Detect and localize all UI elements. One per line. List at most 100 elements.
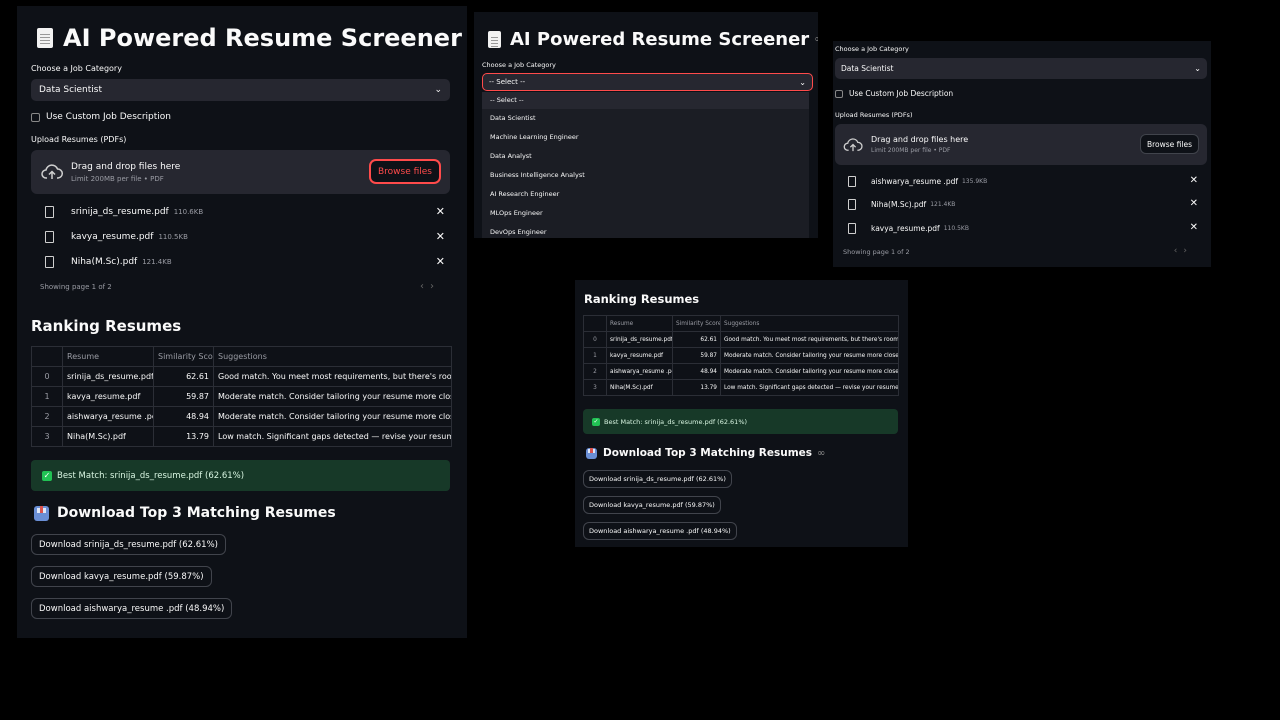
chevron-down-icon[interactable]: ⌄ xyxy=(1194,64,1201,73)
document-icon xyxy=(488,31,501,48)
dropzone-text: Drag and drop files here Limit 200MB per… xyxy=(871,135,968,154)
ranking-heading: Ranking Resumes xyxy=(584,292,700,306)
category-select[interactable]: Data Scientist ⌄ xyxy=(31,79,450,101)
category-select[interactable]: -- Select -- ⌄ xyxy=(482,73,813,91)
dropdown-option[interactable]: AI Research Engineer xyxy=(482,185,809,204)
file-pager: Showing page 1 of 2 ‹› xyxy=(40,281,440,292)
file-name: srinija_ds_resume.pdf xyxy=(71,207,169,217)
remove-file-icon[interactable]: ✕ xyxy=(436,205,445,218)
category-label: Choose a Job Category xyxy=(31,64,122,73)
file-name: Niha(M.Sc).pdf xyxy=(871,200,927,209)
file-size: 135.9KB xyxy=(961,178,988,185)
dropdown-option[interactable]: Data Scientist xyxy=(482,109,809,128)
cell-resume: srinija_ds_resume.pdf xyxy=(606,331,673,348)
file-name: kavya_resume.pdf xyxy=(871,224,940,233)
cell-resume: Niha(M.Sc).pdf xyxy=(62,426,154,447)
page-title: AI Powered Resume Screener ∞ xyxy=(488,29,818,50)
chevron-down-icon[interactable]: ⌄ xyxy=(434,85,442,95)
category-dropdown-menu: -- Select -- Data Scientist Machine Lear… xyxy=(482,92,809,238)
uploaded-file-row: srinija_ds_resume.pdf 110.6KB ✕ xyxy=(45,205,445,218)
remove-file-icon[interactable]: ✕ xyxy=(1190,222,1198,233)
table-row: 2 aishwarya_resume .pdf 48.94 Moderate m… xyxy=(583,363,899,380)
custom-jd-label: Use Custom Job Description xyxy=(46,112,172,122)
link-icon[interactable]: ∞ xyxy=(817,448,825,459)
dropdown-option[interactable]: Business Intelligence Analyst xyxy=(482,166,809,185)
remove-file-icon[interactable]: ✕ xyxy=(436,255,445,268)
table-header[interactable]: Resume xyxy=(62,346,154,367)
pager-arrows-icon[interactable]: ‹› xyxy=(1174,246,1193,256)
best-match-alert: ✓ Best Match: srinija_ds_resume.pdf (62.… xyxy=(31,460,450,491)
row-index: 2 xyxy=(31,406,63,427)
cell-suggestion: Moderate match. Consider tailoring your … xyxy=(213,386,452,407)
table-header xyxy=(31,346,63,367)
row-index: 0 xyxy=(583,331,607,348)
file-icon xyxy=(45,231,54,243)
file-name: kavya_resume.pdf xyxy=(71,232,154,242)
file-dropzone[interactable]: Drag and drop files here Limit 200MB per… xyxy=(31,150,450,194)
file-dropzone[interactable]: Drag and drop files here Limit 200MB per… xyxy=(835,124,1207,165)
file-icon xyxy=(848,223,856,234)
cell-score: 59.87 xyxy=(153,386,214,407)
best-match-text: Best Match: srinija_ds_resume.pdf (62.61… xyxy=(604,417,748,426)
check-mark-icon: ✓ xyxy=(42,470,52,481)
table-header[interactable]: Similarity Score xyxy=(153,346,214,367)
table-row: 1 kavya_resume.pdf 59.87 Moderate match.… xyxy=(31,386,452,407)
best-match-text: Best Match: srinija_ds_resume.pdf (62.61… xyxy=(57,470,245,481)
remove-file-icon[interactable]: ✕ xyxy=(1190,175,1198,186)
dropdown-option[interactable]: -- Select -- xyxy=(482,92,809,109)
cell-score: 62.61 xyxy=(672,331,721,348)
table-row: 3 Niha(M.Sc).pdf 13.79 Low match. Signif… xyxy=(583,379,899,396)
category-select-placeholder: -- Select -- xyxy=(489,78,526,86)
browse-files-button[interactable]: Browse files xyxy=(1139,134,1199,154)
file-size: 121.4KB xyxy=(142,258,172,266)
table-header[interactable]: Suggestions xyxy=(720,315,899,332)
download-button-2[interactable]: Download kavya_resume.pdf (59.87%) xyxy=(31,566,212,587)
dropdown-option[interactable]: MLOps Engineer xyxy=(482,204,809,223)
file-name: aishwarya_resume .pdf xyxy=(871,177,958,186)
upload-label: Upload Resumes (PDFs) xyxy=(31,135,127,144)
pager-text: Showing page 1 of 2 xyxy=(843,248,910,256)
download-button-3[interactable]: Download aishwarya_resume .pdf (48.94%) xyxy=(583,522,737,540)
file-name: Niha(M.Sc).pdf xyxy=(71,257,138,267)
ranking-table[interactable]: Resume Similarity Score Suggestions 0 sr… xyxy=(583,315,899,396)
cell-suggestion: Low match. Significant gaps detected — r… xyxy=(213,426,452,447)
pager-arrows-icon[interactable]: ‹› xyxy=(420,281,440,292)
custom-jd-checkbox[interactable] xyxy=(31,112,40,122)
chevron-down-icon[interactable]: ⌄ xyxy=(799,78,806,87)
browse-files-button[interactable]: Browse files xyxy=(369,160,440,183)
dropdown-option[interactable]: Machine Learning Engineer xyxy=(482,128,809,147)
uploaded-file-row: Niha(M.Sc).pdf 121.4KB ✕ xyxy=(45,255,445,268)
cell-suggestion: Good match. You meet most requirements, … xyxy=(213,366,452,387)
download-button-2[interactable]: Download kavya_resume.pdf (59.87%) xyxy=(583,496,721,514)
table-header[interactable]: Similarity Score xyxy=(672,315,721,332)
table-header xyxy=(583,315,607,332)
table-header[interactable]: Suggestions xyxy=(213,346,452,367)
cell-score: 13.79 xyxy=(672,379,721,396)
cell-resume: kavya_resume.pdf xyxy=(606,347,673,364)
best-match-alert: ✓ Best Match: srinija_ds_resume.pdf (62.… xyxy=(583,409,898,434)
upload-label: Upload Resumes (PDFs) xyxy=(835,111,913,119)
download-button-1[interactable]: Download srinija_ds_resume.pdf (62.61%) xyxy=(31,534,226,555)
cell-resume: kavya_resume.pdf xyxy=(62,386,154,407)
cell-resume: aishwarya_resume .pdf xyxy=(606,363,673,380)
dropdown-option[interactable]: Data Analyst xyxy=(482,147,809,166)
table-row: 3 Niha(M.Sc).pdf 13.79 Low match. Signif… xyxy=(31,426,452,447)
custom-jd-checkbox[interactable] xyxy=(835,89,843,98)
category-select[interactable]: Data Scientist ⌄ xyxy=(835,58,1207,79)
file-icon xyxy=(45,256,54,268)
remove-file-icon[interactable]: ✕ xyxy=(436,230,445,243)
custom-jd-checkbox-row[interactable]: Use Custom Job Description xyxy=(31,112,171,122)
table-header[interactable]: Resume xyxy=(606,315,673,332)
dropdown-option[interactable]: DevOps Engineer xyxy=(482,223,809,238)
uploaded-file-row: kavya_resume.pdf 110.5KB ✕ xyxy=(45,230,445,243)
check-mark-icon: ✓ xyxy=(592,417,600,426)
remove-file-icon[interactable]: ✕ xyxy=(1190,198,1198,209)
custom-jd-checkbox-row[interactable]: Use Custom Job Description xyxy=(835,89,953,98)
cell-suggestion: Moderate match. Consider tailoring your … xyxy=(720,347,899,364)
download-button-1[interactable]: Download srinija_ds_resume.pdf (62.61%) xyxy=(583,470,732,488)
download-button-3[interactable]: Download aishwarya_resume .pdf (48.94%) xyxy=(31,598,233,619)
ranking-table[interactable]: Resume Similarity Score Suggestions 0 sr… xyxy=(31,346,452,447)
download-heading-text: Download Top 3 Matching Resumes xyxy=(57,505,336,521)
link-icon[interactable]: ∞ xyxy=(814,34,818,45)
cell-suggestion: Low match. Significant gaps detected — r… xyxy=(720,379,899,396)
